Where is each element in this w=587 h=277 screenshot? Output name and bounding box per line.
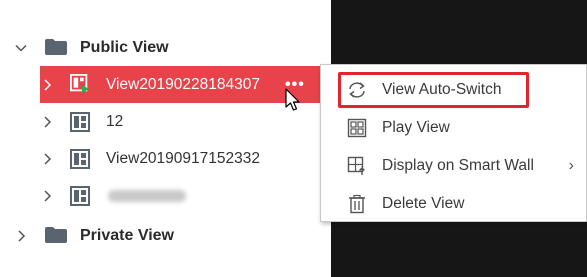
menu-item-label: Delete View: [382, 194, 465, 212]
view-layout-icon: [70, 186, 90, 206]
tree-node-private-view[interactable]: Private View: [0, 217, 322, 254]
view-tree-panel: Public View View20190228184307 ••• 12 Vi…: [0, 0, 322, 277]
chevron-down-icon[interactable]: [14, 41, 28, 55]
folder-icon: [45, 227, 67, 243]
view-playing-icon: [70, 74, 90, 94]
tree-item-selected-view[interactable]: View20190228184307 •••: [40, 66, 322, 103]
menu-item-label: Play View: [382, 118, 450, 136]
tree-item-view[interactable]: 12: [0, 103, 322, 140]
mouse-cursor-icon: [285, 88, 300, 111]
private-view-label: Private View: [80, 226, 174, 244]
chevron-right-icon[interactable]: [40, 189, 54, 203]
tree-item-view[interactable]: [0, 177, 322, 214]
submenu-chevron-icon: ›: [568, 156, 574, 174]
play-view-icon: [347, 118, 367, 137]
public-view-label: Public View: [80, 38, 169, 56]
chevron-right-icon[interactable]: [40, 152, 54, 166]
menu-item-play-view[interactable]: Play View: [321, 109, 587, 146]
menu-item-display-on-smart-wall[interactable]: Display on Smart Wall ›: [321, 147, 587, 184]
menu-item-label: Display on Smart Wall: [382, 156, 534, 174]
menu-item-delete-view[interactable]: Delete View: [321, 185, 587, 222]
tree-item-label: 12: [106, 112, 124, 130]
chevron-right-icon[interactable]: [40, 115, 54, 129]
view-layout-icon: [70, 149, 90, 169]
tree-item-label: View20190917152332: [106, 149, 261, 167]
trash-icon: [349, 194, 365, 213]
tree-item-view[interactable]: View20190917152332: [0, 140, 322, 177]
smart-wall-icon: [347, 156, 365, 175]
view-layout-icon: [70, 112, 90, 132]
redacted-label: [108, 190, 186, 202]
folder-icon: [45, 39, 67, 55]
chevron-right-icon[interactable]: [14, 229, 28, 243]
tree-item-label: View20190228184307: [106, 75, 261, 93]
chevron-right-icon[interactable]: [40, 78, 54, 92]
tree-node-public-view[interactable]: Public View: [0, 29, 322, 66]
highlight-box: [338, 72, 529, 108]
